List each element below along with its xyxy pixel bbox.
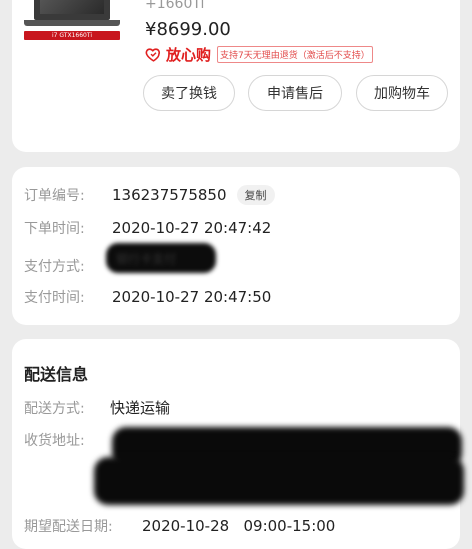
payment-method-label: 支付方式: (24, 259, 85, 275)
expected-delivery-label: 期望配送日期: (24, 519, 113, 535)
order-time-label: 下单时间: (24, 221, 85, 237)
address-row: 收货地址: (24, 430, 112, 450)
delivery-info-card: 配送信息 配送方式: 快递运输 收货地址: 期望配送日期: 2020-10-28… (12, 339, 464, 549)
order-number-row: 订单编号: 136237575850 复制 (24, 185, 275, 205)
promo-strip: i7 GTX1660Ti (24, 31, 120, 40)
product-spec: +1660Ti (145, 0, 205, 12)
delivery-method-row: 配送方式: 快递运输 (24, 397, 170, 418)
product-thumbnail[interactable]: i7 GTX1660Ti (24, 0, 120, 40)
payment-method-value: 银行卡支付 (116, 252, 177, 266)
laptop-image (34, 0, 110, 20)
expected-delivery-row: 期望配送日期: 2020-10-28 09:00-15:00 (24, 516, 335, 536)
assurance-label: 放心购 (166, 46, 212, 64)
assurance-row: 放心购 支持7天无理由退货（激活后不支持） (145, 44, 373, 65)
delivery-method-value: 快递运输 (110, 399, 171, 417)
heart-icon (145, 48, 161, 62)
sell-button[interactable]: 卖了换钱 (143, 75, 235, 111)
payment-time-value: 2020-10-27 20:47:50 (112, 288, 272, 306)
add-to-cart-button[interactable]: 加购物车 (356, 75, 448, 111)
payment-time-label: 支付时间: (24, 290, 85, 306)
address-label: 收货地址: (24, 433, 85, 449)
return-policy-tag: 支持7天无理由退货（激活后不支持） (217, 46, 373, 63)
product-price: ¥8699.00 (145, 19, 231, 40)
order-number-value: 136237575850 (112, 186, 227, 204)
order-info-card: 订单编号: 136237575850 复制 下单时间: 2020-10-27 2… (12, 167, 460, 325)
copy-button[interactable]: 复制 (236, 185, 275, 205)
after-sale-button[interactable]: 申请售后 (248, 75, 342, 111)
payment-method-row: 支付方式: (24, 256, 112, 276)
order-time-value: 2020-10-27 20:47:42 (112, 219, 272, 237)
redacted-payment-method: 银行卡支付 (106, 243, 216, 273)
order-number-label: 订单编号: (24, 188, 85, 204)
expected-delivery-value: 2020-10-28 09:00-15:00 (142, 517, 336, 535)
payment-time-row: 支付时间: 2020-10-27 20:47:50 (24, 287, 271, 307)
order-time-row: 下单时间: 2020-10-27 20:47:42 (24, 218, 271, 238)
delivery-section-title: 配送信息 (24, 365, 89, 384)
product-card: i7 GTX1660Ti +1660Ti ¥8699.00 放心购 支持7天无理… (12, 0, 460, 152)
delivery-method-label: 配送方式: (24, 400, 85, 417)
